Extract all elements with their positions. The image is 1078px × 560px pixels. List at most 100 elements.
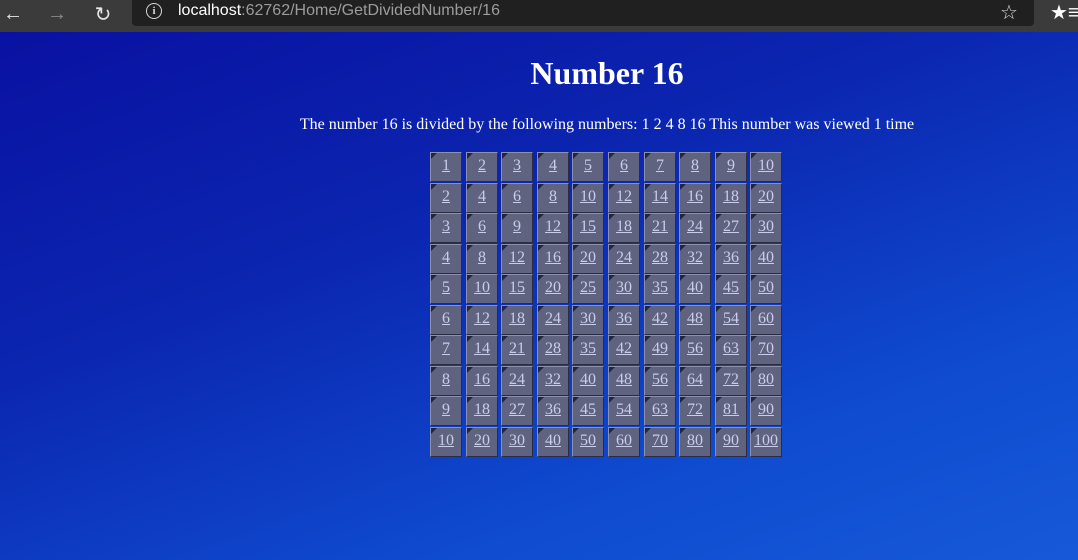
number-link[interactable]: 5 bbox=[584, 157, 592, 175]
number-link[interactable]: 16 bbox=[687, 188, 703, 206]
number-link[interactable]: 7 bbox=[442, 340, 450, 358]
number-link[interactable]: 40 bbox=[687, 279, 703, 297]
number-link[interactable]: 80 bbox=[687, 432, 703, 450]
number-link[interactable]: 72 bbox=[723, 371, 739, 389]
number-link[interactable]: 50 bbox=[580, 432, 596, 450]
number-link[interactable]: 12 bbox=[616, 188, 632, 206]
number-link[interactable]: 24 bbox=[509, 371, 525, 389]
number-link[interactable]: 5 bbox=[442, 279, 450, 297]
number-link[interactable]: 7 bbox=[656, 157, 664, 175]
number-link[interactable]: 24 bbox=[687, 218, 703, 236]
number-link[interactable]: 28 bbox=[545, 340, 561, 358]
number-link[interactable]: 63 bbox=[652, 401, 668, 419]
number-link[interactable]: 16 bbox=[545, 249, 561, 267]
number-link[interactable]: 27 bbox=[723, 218, 739, 236]
number-link[interactable]: 30 bbox=[616, 279, 632, 297]
number-link[interactable]: 80 bbox=[758, 371, 774, 389]
number-link[interactable]: 32 bbox=[687, 249, 703, 267]
number-link[interactable]: 48 bbox=[687, 310, 703, 328]
number-link[interactable]: 60 bbox=[616, 432, 632, 450]
number-link[interactable]: 30 bbox=[580, 310, 596, 328]
number-link[interactable]: 1 bbox=[442, 157, 450, 175]
number-link[interactable]: 36 bbox=[723, 249, 739, 267]
number-link[interactable]: 25 bbox=[580, 279, 596, 297]
number-link[interactable]: 10 bbox=[580, 188, 596, 206]
number-link[interactable]: 9 bbox=[442, 401, 450, 419]
number-link[interactable]: 4 bbox=[478, 188, 486, 206]
number-link[interactable]: 6 bbox=[513, 188, 521, 206]
number-link[interactable]: 72 bbox=[687, 401, 703, 419]
number-link[interactable]: 18 bbox=[616, 218, 632, 236]
number-link[interactable]: 36 bbox=[616, 310, 632, 328]
number-link[interactable]: 10 bbox=[474, 279, 490, 297]
number-link[interactable]: 6 bbox=[442, 310, 450, 328]
number-link[interactable]: 30 bbox=[758, 218, 774, 236]
number-link[interactable]: 40 bbox=[545, 432, 561, 450]
number-link[interactable]: 6 bbox=[620, 157, 628, 175]
number-link[interactable]: 8 bbox=[442, 371, 450, 389]
number-link[interactable]: 42 bbox=[652, 310, 668, 328]
number-link[interactable]: 54 bbox=[616, 401, 632, 419]
number-link[interactable]: 20 bbox=[580, 249, 596, 267]
number-link[interactable]: 49 bbox=[652, 340, 668, 358]
number-link[interactable]: 12 bbox=[474, 310, 490, 328]
number-link[interactable]: 35 bbox=[580, 340, 596, 358]
number-link[interactable]: 18 bbox=[474, 401, 490, 419]
number-link[interactable]: 20 bbox=[545, 279, 561, 297]
number-link[interactable]: 90 bbox=[723, 432, 739, 450]
number-link[interactable]: 9 bbox=[513, 218, 521, 236]
number-link[interactable]: 42 bbox=[616, 340, 632, 358]
number-link[interactable]: 12 bbox=[545, 218, 561, 236]
number-link[interactable]: 14 bbox=[652, 188, 668, 206]
number-link[interactable]: 21 bbox=[509, 340, 525, 358]
info-icon[interactable]: i bbox=[146, 3, 162, 19]
number-link[interactable]: 6 bbox=[478, 218, 486, 236]
number-link[interactable]: 56 bbox=[652, 371, 668, 389]
number-link[interactable]: 28 bbox=[652, 249, 668, 267]
number-link[interactable]: 63 bbox=[723, 340, 739, 358]
number-link[interactable]: 64 bbox=[687, 371, 703, 389]
number-link[interactable]: 15 bbox=[580, 218, 596, 236]
number-link[interactable]: 16 bbox=[474, 371, 490, 389]
number-link[interactable]: 24 bbox=[545, 310, 561, 328]
number-link[interactable]: 2 bbox=[478, 157, 486, 175]
number-link[interactable]: 15 bbox=[509, 279, 525, 297]
number-link[interactable]: 30 bbox=[509, 432, 525, 450]
number-link[interactable]: 4 bbox=[442, 249, 450, 267]
number-link[interactable]: 12 bbox=[509, 249, 525, 267]
reload-icon[interactable]: ↻ bbox=[88, 0, 118, 28]
forward-arrow-icon[interactable]: → bbox=[42, 0, 72, 28]
number-link[interactable]: 32 bbox=[545, 371, 561, 389]
number-link[interactable]: 18 bbox=[509, 310, 525, 328]
number-link[interactable]: 54 bbox=[723, 310, 739, 328]
number-link[interactable]: 14 bbox=[474, 340, 490, 358]
number-link[interactable]: 48 bbox=[616, 371, 632, 389]
number-link[interactable]: 36 bbox=[545, 401, 561, 419]
number-link[interactable]: 3 bbox=[513, 157, 521, 175]
number-link[interactable]: 9 bbox=[727, 157, 735, 175]
number-link[interactable]: 40 bbox=[580, 371, 596, 389]
number-link[interactable]: 40 bbox=[758, 249, 774, 267]
number-link[interactable]: 20 bbox=[474, 432, 490, 450]
number-link[interactable]: 45 bbox=[723, 279, 739, 297]
number-link[interactable]: 45 bbox=[580, 401, 596, 419]
number-link[interactable]: 10 bbox=[758, 157, 774, 175]
number-link[interactable]: 27 bbox=[509, 401, 525, 419]
number-link[interactable]: 20 bbox=[758, 188, 774, 206]
number-link[interactable]: 24 bbox=[616, 249, 632, 267]
number-link[interactable]: 10 bbox=[438, 432, 454, 450]
number-link[interactable]: 100 bbox=[754, 432, 778, 450]
number-link[interactable]: 4 bbox=[549, 157, 557, 175]
number-link[interactable]: 8 bbox=[478, 249, 486, 267]
number-link[interactable]: 35 bbox=[652, 279, 668, 297]
number-link[interactable]: 8 bbox=[691, 157, 699, 175]
favorites-icon[interactable]: ★≡ bbox=[1050, 0, 1078, 25]
number-link[interactable]: 70 bbox=[758, 340, 774, 358]
url-text[interactable]: localhost:62762/Home/GetDividedNumber/16 bbox=[178, 2, 500, 20]
number-link[interactable]: 8 bbox=[549, 188, 557, 206]
number-link[interactable]: 56 bbox=[687, 340, 703, 358]
number-link[interactable]: 18 bbox=[723, 188, 739, 206]
star-icon[interactable]: ☆ bbox=[1000, 0, 1018, 25]
back-arrow-icon[interactable]: ← bbox=[0, 0, 28, 28]
number-link[interactable]: 3 bbox=[442, 218, 450, 236]
